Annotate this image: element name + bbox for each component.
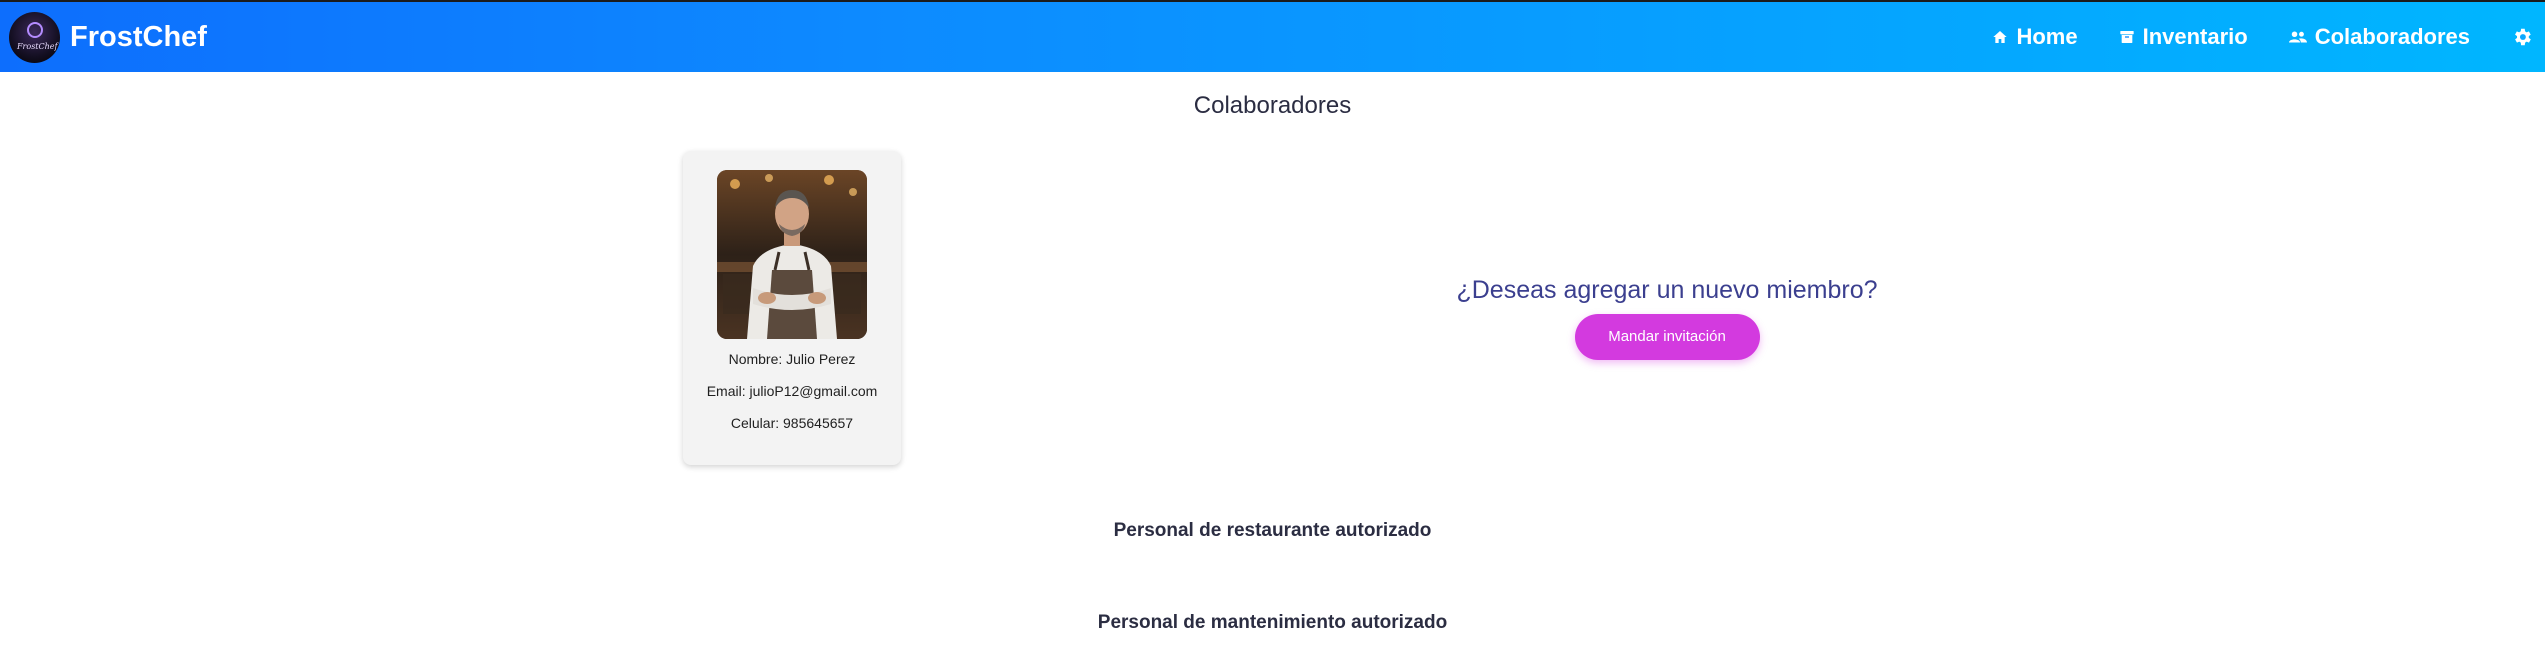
collaborator-phone: Celular: 985645657: [730, 415, 854, 431]
logo-ring-icon: [27, 21, 43, 38]
collaborator-photo: [717, 170, 867, 339]
brand-name[interactable]: FrostChef: [70, 21, 207, 54]
nav-item-home-label: Home: [2016, 24, 2078, 49]
collaborator-card: Nombre: Julio Perez Email: julioP12@gmai…: [683, 151, 901, 465]
people-icon: [2288, 31, 2307, 43]
send-invitation-button[interactable]: Mandar invitación: [1574, 314, 1760, 360]
nav-links: Home Inventario Colaboradores: [1992, 2, 2533, 72]
gear-icon[interactable]: [2511, 26, 2533, 48]
nav-item-colaboradores-label: Colaboradores: [2314, 24, 2470, 49]
home-icon: [1993, 31, 2008, 43]
invite-question: ¿Deseas agregar un nuevo miembro?: [1456, 276, 1878, 304]
nav-item-inventario[interactable]: Inventario: [2119, 24, 2248, 50]
nav-item-colaboradores[interactable]: Colaboradores: [2288, 24, 2470, 50]
logo-text: FrostChef: [17, 41, 58, 51]
collaborator-email: Email: julioP12@gmail.com: [706, 383, 878, 399]
page-title: Colaboradores: [1193, 92, 1352, 119]
section-heading-restaurant-staff: Personal de restaurante autorizado: [1113, 520, 1432, 541]
collaborator-name: Nombre: Julio Perez: [728, 351, 856, 367]
brand-logo: FrostChef: [9, 11, 60, 63]
top-navbar: FrostChef FrostChef Home Inventario Cola…: [0, 0, 2545, 72]
invite-panel: ¿Deseas agregar un nuevo miembro? Mandar…: [1300, 276, 2034, 360]
chef-portrait-image: [717, 170, 867, 339]
nav-item-home[interactable]: Home: [1992, 24, 2078, 50]
section-heading-maintenance-staff: Personal de mantenimiento autorizado: [1097, 612, 1448, 633]
nav-item-inventario-label: Inventario: [2142, 24, 2248, 49]
brand[interactable]: FrostChef FrostChef: [9, 11, 207, 63]
archive-icon: [2119, 31, 2134, 43]
